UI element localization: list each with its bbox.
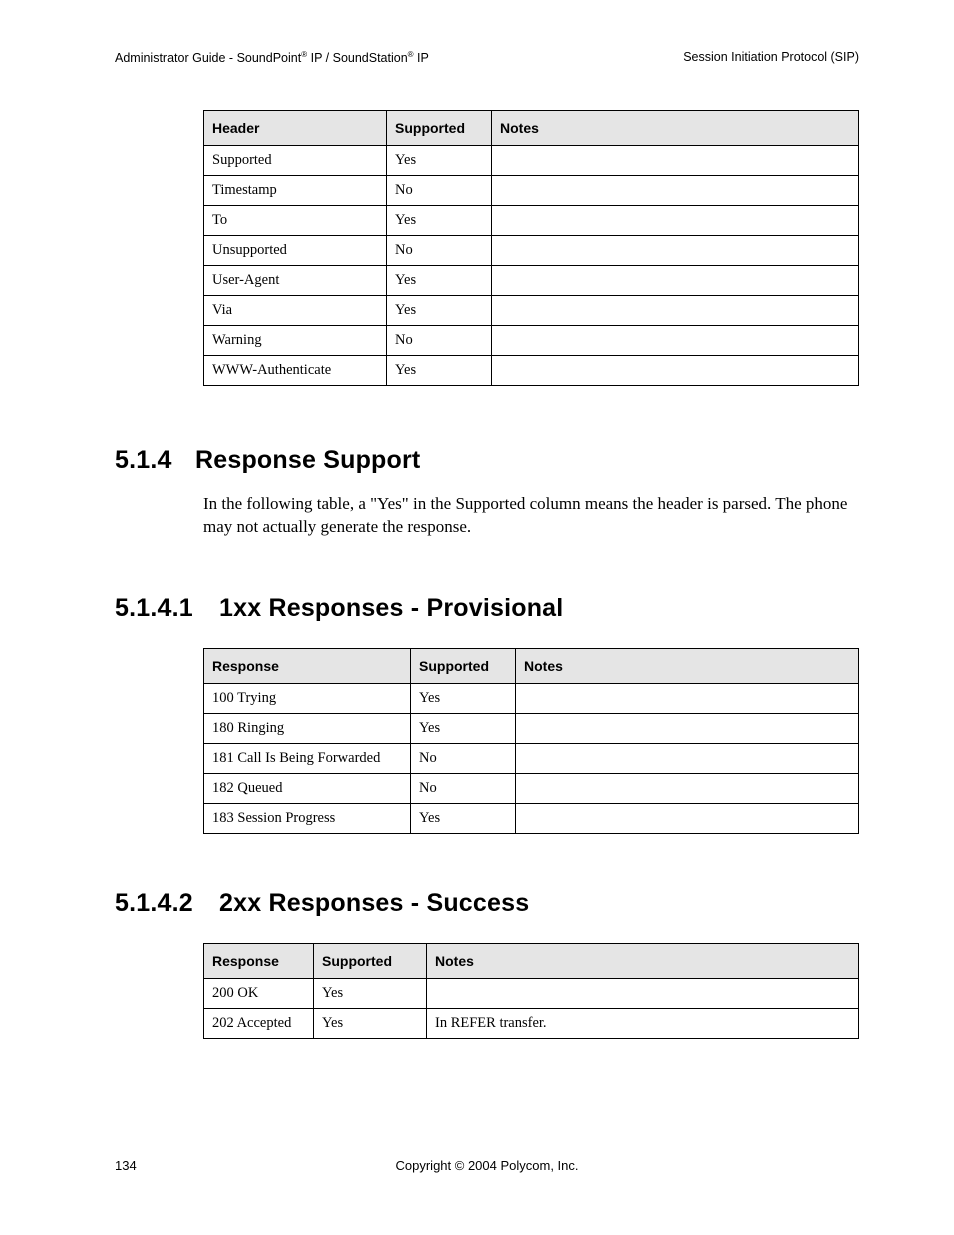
cell: Supported [204,146,387,176]
header-support-table: Header Supported Notes SupportedYes Time… [203,110,859,386]
table-header-row: Response Supported Notes [204,649,859,684]
cell [516,774,859,804]
cell: Via [204,296,387,326]
cell [427,979,859,1009]
section-number: 5.1.4.1 [115,594,219,623]
cell: 180 Ringing [204,714,411,744]
cell: 200 OK [204,979,314,1009]
col-header: Supported [387,111,492,146]
page-footer: 134 Copyright © 2004 Polycom, Inc. [115,1158,859,1173]
table-row: 182 QueuedNo [204,774,859,804]
cell: No [411,744,516,774]
responses-2xx-table: Response Supported Notes 200 OKYes 202 A… [203,943,859,1039]
section-heading-514: 5.1.4Response Support [115,446,859,475]
cell: 100 Trying [204,684,411,714]
table-row: WWW-AuthenticateYes [204,356,859,386]
cell: No [411,774,516,804]
col-header: Notes [492,111,859,146]
cell: No [387,236,492,266]
col-header: Response [204,649,411,684]
cell [516,684,859,714]
header-left: Administrator Guide - SoundPoint® IP / S… [115,50,429,65]
section-heading-5142: 5.1.4.22xx Responses - Success [115,889,859,918]
col-header: Notes [427,944,859,979]
cell: Yes [411,804,516,834]
cell: No [387,176,492,206]
table-row: User-AgentYes [204,266,859,296]
header-left-text-3: IP [414,51,429,65]
cell [516,804,859,834]
cell: No [387,326,492,356]
table-row: 181 Call Is Being ForwardedNo [204,744,859,774]
col-header: Header [204,111,387,146]
cell [492,236,859,266]
cell: Yes [387,296,492,326]
col-header: Supported [411,649,516,684]
section-body-text: In the following table, a "Yes" in the S… [203,493,859,539]
table-row: UnsupportedNo [204,236,859,266]
section-number: 5.1.4.2 [115,889,219,918]
table-row: ToYes [204,206,859,236]
cell: 202 Accepted [204,1009,314,1039]
header-left-text-2: IP / SoundStation [307,51,408,65]
table-row: TimestampNo [204,176,859,206]
cell: Timestamp [204,176,387,206]
section-title: 2xx Responses - Success [219,889,529,917]
cell: Yes [387,356,492,386]
cell [492,326,859,356]
cell [516,714,859,744]
cell [492,146,859,176]
cell: 183 Session Progress [204,804,411,834]
table-row: 100 TryingYes [204,684,859,714]
table-row: 180 RingingYes [204,714,859,744]
header-right: Session Initiation Protocol (SIP) [683,50,859,65]
copyright-text: Copyright © 2004 Polycom, Inc. [115,1158,859,1173]
cell: Warning [204,326,387,356]
table-row: WarningNo [204,326,859,356]
section-title: Response Support [195,446,420,474]
responses-1xx-table: Response Supported Notes 100 TryingYes 1… [203,648,859,834]
cell [492,206,859,236]
col-header: Supported [314,944,427,979]
col-header: Notes [516,649,859,684]
cell: Yes [387,206,492,236]
table-row: 202 AcceptedYesIn REFER transfer. [204,1009,859,1039]
cell [492,176,859,206]
cell: Unsupported [204,236,387,266]
cell: WWW-Authenticate [204,356,387,386]
section-title: 1xx Responses - Provisional [219,594,563,622]
table-row: SupportedYes [204,146,859,176]
cell: To [204,206,387,236]
cell: User-Agent [204,266,387,296]
cell [492,266,859,296]
table-header-row: Header Supported Notes [204,111,859,146]
cell: Yes [411,684,516,714]
table-row: 183 Session ProgressYes [204,804,859,834]
section-heading-5141: 5.1.4.11xx Responses - Provisional [115,594,859,623]
cell: 182 Queued [204,774,411,804]
cell: Yes [411,714,516,744]
cell: Yes [387,266,492,296]
header-left-text-1: Administrator Guide - SoundPoint [115,51,301,65]
table-row: 200 OKYes [204,979,859,1009]
cell [492,296,859,326]
cell [516,744,859,774]
cell: 181 Call Is Being Forwarded [204,744,411,774]
cell: Yes [314,1009,427,1039]
running-header: Administrator Guide - SoundPoint® IP / S… [115,50,859,65]
cell [492,356,859,386]
cell: In REFER transfer. [427,1009,859,1039]
col-header: Response [204,944,314,979]
cell: Yes [314,979,427,1009]
cell: Yes [387,146,492,176]
table-row: ViaYes [204,296,859,326]
section-number: 5.1.4 [115,446,195,475]
table-header-row: Response Supported Notes [204,944,859,979]
